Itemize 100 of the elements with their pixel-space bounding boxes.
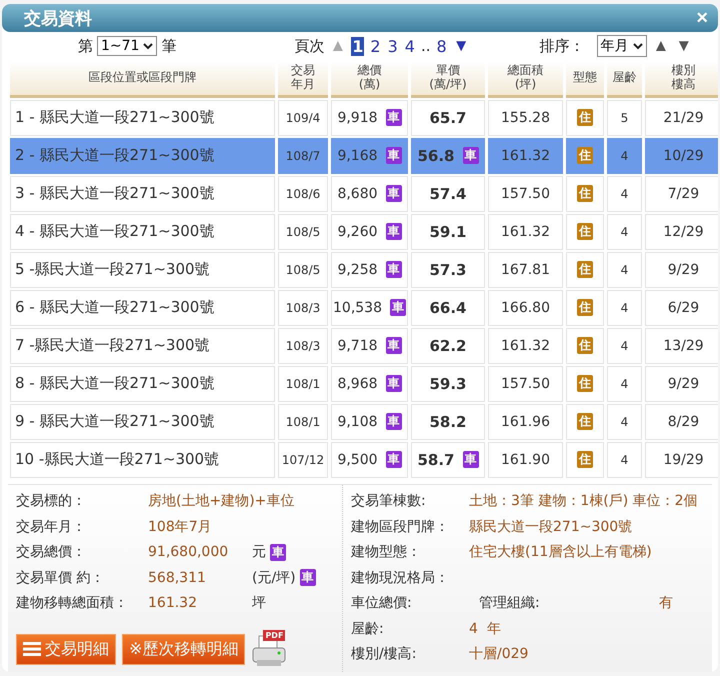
table-cell[interactable]: 1 - 縣民大道一段271~300號 — [10, 100, 275, 136]
price-text: 9,918 — [337, 110, 378, 126]
window-title: 交易資料 — [24, 8, 92, 30]
parking-badge: 車 — [386, 108, 402, 126]
price-text: 9,108 — [337, 414, 378, 430]
next-page-button[interactable]: ▼ — [452, 36, 470, 56]
parking-badge: 車 — [386, 222, 402, 240]
price-text: 9,168 — [337, 148, 378, 164]
chevron-icon — [632, 42, 643, 50]
page-link[interactable]: 1 — [351, 36, 364, 56]
price-text: 65.7 — [429, 108, 466, 126]
sort-select[interactable]: 年月 — [596, 35, 647, 58]
table-cell: 107/12 — [278, 442, 328, 478]
sort-ascending-button[interactable]: ▲ — [652, 36, 670, 56]
column-header: 型態 — [573, 70, 597, 84]
table-cell: 108/3 — [278, 290, 328, 326]
detail-unit: (元/坪) — [252, 568, 296, 587]
detail-unit: 元 — [252, 543, 266, 562]
column-header: 年月 — [291, 78, 315, 91]
detail-label: 交易總價： — [16, 543, 87, 562]
column-header: 屋齡 — [612, 70, 636, 84]
page-label: 頁次 — [294, 36, 324, 56]
parking-badge: 車 — [390, 298, 406, 316]
page-link[interactable]: 3 — [386, 36, 399, 56]
table-cell: 21/29 — [645, 100, 718, 136]
table-cell: 161.32 — [488, 328, 563, 364]
price-text: 59.1 — [429, 222, 466, 240]
table-cell[interactable]: 9 - 縣民大道一段271~300號 — [10, 404, 275, 440]
detail-unit: 坪 — [252, 594, 266, 612]
list-icon — [23, 641, 41, 657]
table-cell[interactable]: 3 - 縣民大道一段271~300號 — [10, 176, 275, 212]
price-text: 8,968 — [337, 376, 378, 392]
table-cell[interactable]: 2 - 縣民大道一段271~300號 — [10, 138, 275, 174]
table-cell: 4 — [607, 442, 642, 478]
parking-badge: 車 — [386, 260, 402, 278]
price-text: 66.4 — [429, 298, 466, 316]
parking-badge: 車 — [462, 450, 478, 468]
table-cell: 155.28 — [488, 100, 563, 136]
chevron-icon — [143, 42, 154, 50]
price-text: 58.2 — [429, 412, 466, 430]
column-header: (坪) — [514, 78, 536, 91]
table-cell: 108/1 — [278, 366, 328, 402]
parking-badge: 車 — [386, 374, 402, 392]
parking-badge: 車 — [462, 146, 478, 164]
parking-badge: 車 — [270, 544, 286, 561]
table-cell[interactable]: 8 - 縣民大道一段271~300號 — [10, 366, 275, 402]
page-link[interactable]: 2 — [369, 36, 382, 56]
residence-badge: 住 — [577, 412, 593, 430]
detail-label: 交易筆棟數: — [351, 492, 427, 510]
sort-descending-button[interactable]: ▼ — [675, 36, 692, 56]
price-text: 8,680 — [337, 186, 378, 202]
parking-badge: 車 — [386, 184, 402, 202]
residence-badge: 住 — [577, 336, 593, 354]
table-cell[interactable]: 10 -縣民大道一段271~300號 — [10, 442, 275, 478]
detail-label: 交易標的： — [16, 492, 87, 510]
detail-value: 161.32 — [148, 595, 198, 612]
table-cell: 166.80 — [488, 290, 563, 326]
detail-value: 有 — [659, 594, 673, 612]
page-link[interactable]: 8 — [436, 36, 448, 56]
parking-badge: 車 — [300, 569, 316, 586]
price-text: 62.2 — [429, 336, 466, 354]
table-cell[interactable]: 5 -縣民大道一段271~300號 — [10, 252, 275, 288]
residence-badge: 住 — [577, 450, 593, 468]
parking-badge: 車 — [386, 146, 402, 164]
table-cell: 108/7 — [278, 138, 328, 174]
range-suffix: 筆 — [161, 36, 176, 56]
page-link[interactable]: 4 — [404, 36, 416, 56]
table-cell: 5 — [607, 100, 642, 136]
range-select[interactable]: 1~71 — [97, 36, 158, 56]
detail-value: 土地：3筆 建物：1棟(戶) 車位：2個 — [469, 492, 698, 510]
column-header: (萬/坪) — [429, 78, 467, 91]
table-cell: 4 — [607, 214, 642, 250]
column-header: 單價 — [436, 64, 460, 78]
price-text: 57.3 — [429, 260, 466, 278]
table-cell: 4 — [607, 252, 642, 288]
detail-label: 交易單價 約： — [16, 568, 106, 587]
detail-label: 建物區段門牌： — [351, 518, 450, 536]
price-text: 10,538 — [333, 300, 382, 316]
table-cell: 9/29 — [645, 366, 718, 402]
detail-value: 十層/029 — [469, 645, 528, 664]
price-text: 58.7 — [417, 450, 454, 468]
sort-label: 排序： — [540, 36, 585, 56]
parking-badge: 車 — [386, 336, 402, 354]
table-cell: 4 — [607, 290, 642, 326]
price-text: 59.3 — [429, 374, 466, 392]
table-cell: 161.96 — [488, 404, 563, 440]
column-header: 樓別 — [672, 64, 696, 78]
table-cell: 108/5 — [278, 214, 328, 250]
table-cell[interactable]: 4 - 縣民大道一段271~300號 — [10, 214, 275, 250]
detail-value: 108年7月 — [148, 518, 212, 536]
table-cell: 108/6 — [278, 176, 328, 212]
table-cell[interactable]: 6 - 縣民大道一段271~300號 — [10, 290, 275, 326]
detail-label: 建物型態： — [351, 543, 422, 562]
table-cell: 108/1 — [278, 404, 328, 440]
detail-label: 建物移轉總面積： — [16, 594, 129, 612]
table-cell: 8/29 — [645, 404, 718, 440]
price-text: 57.4 — [429, 184, 466, 202]
detail-label: 樓別/樓高: — [351, 645, 418, 664]
table-cell[interactable]: 7 -縣民大道一段271~300號 — [10, 328, 275, 364]
detail-value: 91,680,000 — [148, 544, 230, 560]
